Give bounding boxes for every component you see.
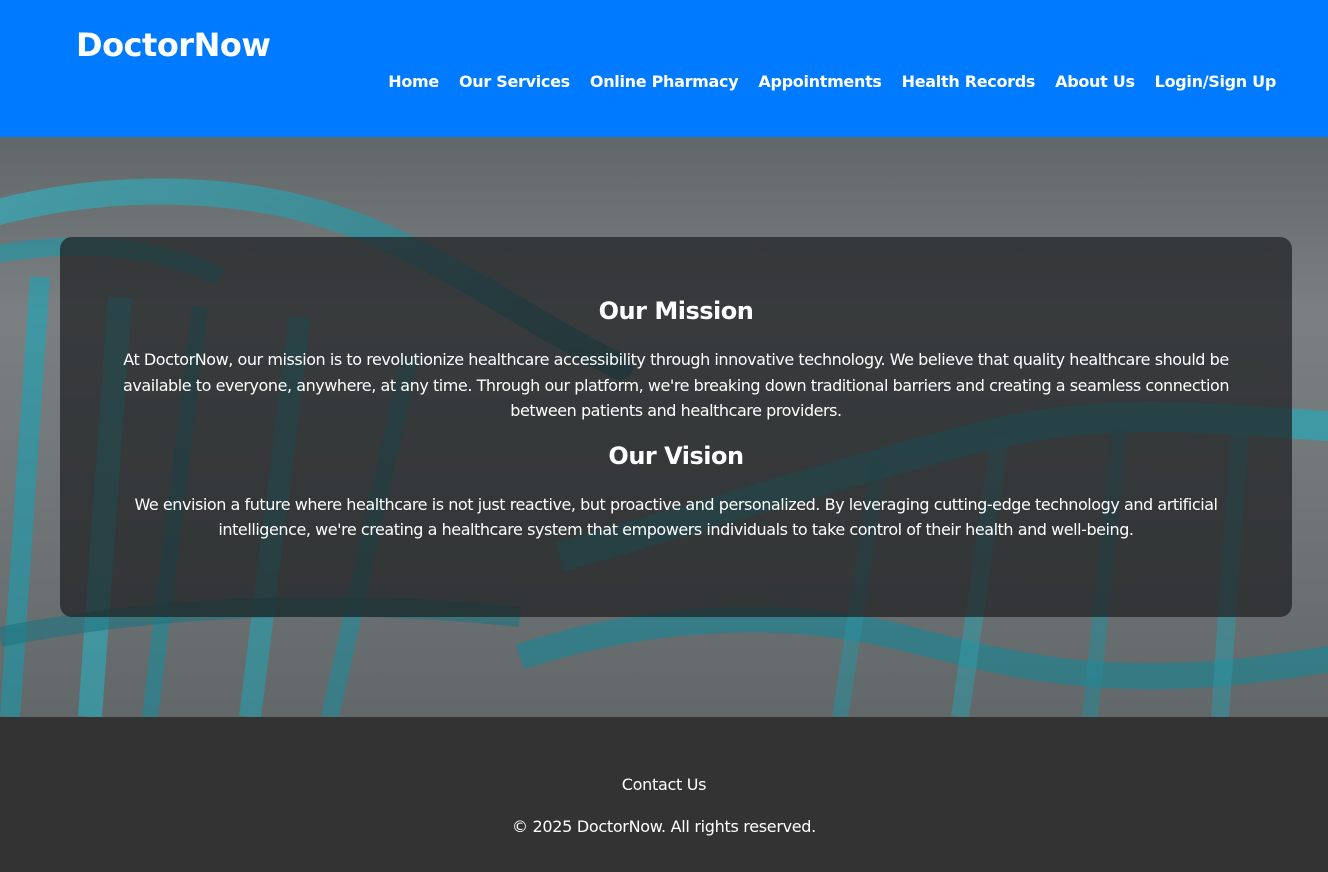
nav-about-us[interactable]: About Us [1055, 72, 1135, 91]
main-nav: Home Our Services Online Pharmacy Appoin… [388, 72, 1276, 91]
mission-vision-card: Our Mission At DoctorNow, our mission is… [60, 237, 1292, 617]
site-header: DoctorNow Home Our Services Online Pharm… [0, 0, 1328, 137]
nav-health-records[interactable]: Health Records [902, 72, 1036, 91]
site-logo[interactable]: DoctorNow [76, 26, 271, 64]
mission-title: Our Mission [598, 297, 754, 325]
footer-contact-link[interactable]: Contact Us [0, 775, 1328, 794]
nav-online-pharmacy[interactable]: Online Pharmacy [590, 72, 739, 91]
vision-text: We envision a future where healthcare is… [134, 494, 1218, 540]
nav-home[interactable]: Home [388, 72, 439, 91]
hero-section: Our Mission At DoctorNow, our mission is… [0, 137, 1328, 717]
vision-title: Our Vision [608, 441, 744, 470]
mission-text: At DoctorNow, our mission is to revoluti… [122, 350, 1230, 420]
nav-our-services[interactable]: Our Services [459, 72, 570, 91]
footer-copyright: © 2025 DoctorNow. All rights reserved. [512, 817, 816, 836]
site-footer: Contact Us © 2025 DoctorNow. All rights … [0, 717, 1328, 872]
nav-login-signup[interactable]: Login/Sign Up [1155, 72, 1277, 91]
nav-appointments[interactable]: Appointments [758, 72, 882, 91]
